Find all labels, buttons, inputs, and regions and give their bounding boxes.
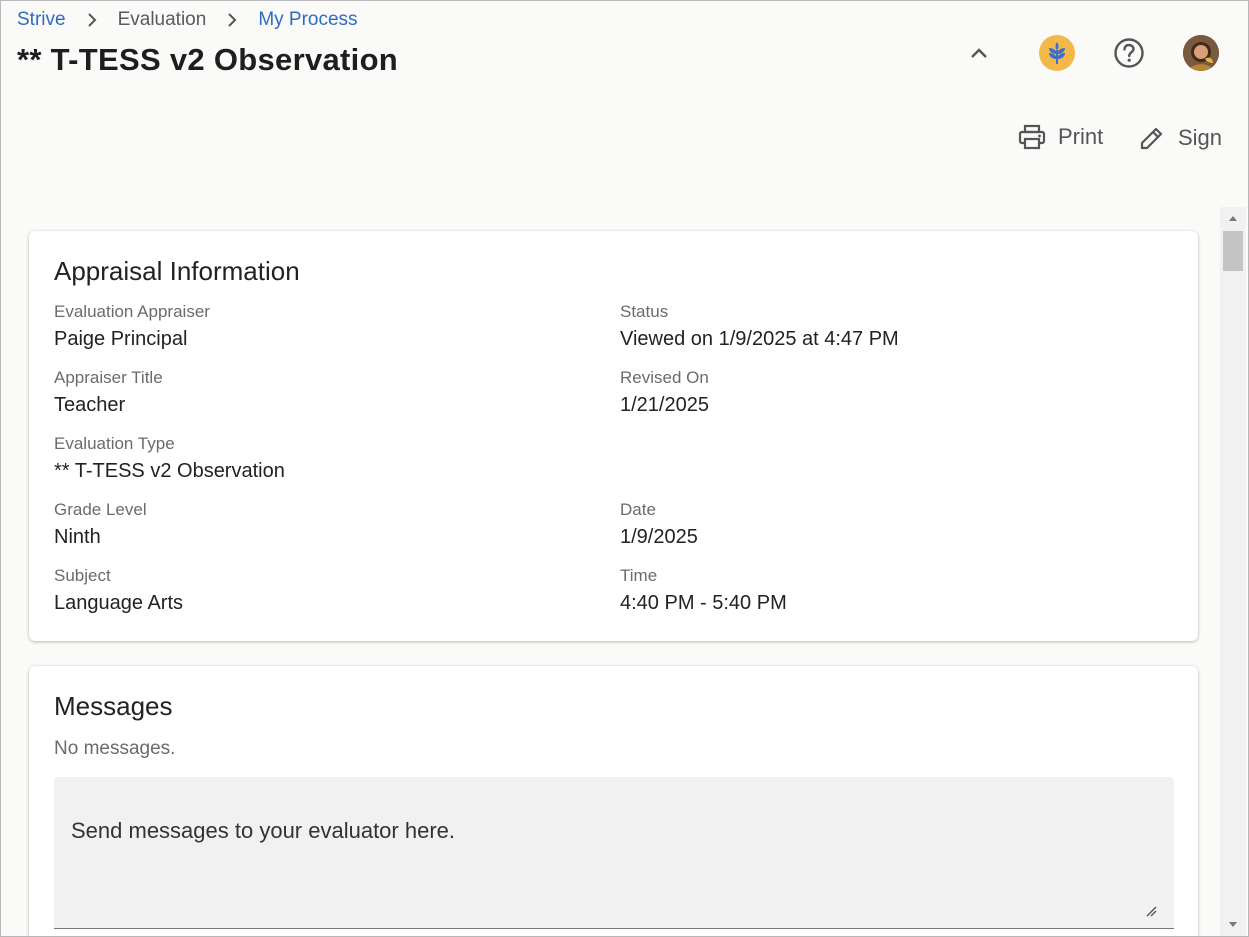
- breadcrumb: Strive Evaluation My Process: [17, 9, 358, 31]
- field-value: Paige Principal: [54, 328, 188, 350]
- breadcrumb-my-process[interactable]: My Process: [258, 9, 357, 31]
- evaluation-type-field: Evaluation Type ** T-TESS v2 Observation: [54, 434, 285, 484]
- date-field: Date 1/9/2025: [620, 500, 698, 550]
- field-label: Status: [620, 302, 669, 321]
- appraiser-title-field: Appraiser Title Teacher: [54, 368, 163, 418]
- field-value: Language Arts: [54, 592, 183, 614]
- field-value: 1/9/2025: [620, 526, 698, 548]
- scrollbar-thumb[interactable]: [1223, 231, 1243, 271]
- field-label: Revised On: [620, 368, 709, 387]
- print-label: Print: [1058, 124, 1104, 149]
- field-value: Viewed on 1/9/2025 at 4:47 PM: [620, 328, 899, 350]
- field-value: Teacher: [54, 394, 126, 416]
- breadcrumb-strive[interactable]: Strive: [17, 9, 66, 31]
- field-value: ** T-TESS v2 Observation: [54, 460, 285, 482]
- content-scroll-area[interactable]: Appraisal Information Evaluation Apprais…: [1, 207, 1247, 936]
- field-label: Subject: [54, 566, 111, 585]
- field-value: 4:40 PM - 5:40 PM: [620, 592, 787, 614]
- appraisal-information-card: Appraisal Information Evaluation Apprais…: [29, 231, 1198, 641]
- resize-handle-icon[interactable]: [1145, 905, 1157, 917]
- message-input[interactable]: Send messages to your evaluator here.: [54, 777, 1174, 929]
- field-value: Ninth: [54, 526, 101, 548]
- messages-card: Messages No messages. Send messages to y…: [29, 666, 1198, 936]
- print-button[interactable]: Print: [1018, 124, 1103, 150]
- wheat-logo-icon: [1049, 42, 1065, 64]
- field-label: Date: [620, 500, 656, 519]
- field-label: Appraiser Title: [54, 368, 163, 387]
- messages-title: Messages: [54, 691, 173, 721]
- logo-button[interactable]: [1039, 35, 1075, 71]
- collapse-button[interactable]: [962, 36, 996, 70]
- field-value: 1/21/2025: [620, 394, 709, 416]
- scroll-up-arrow-icon[interactable]: [1220, 207, 1246, 229]
- sign-label: Sign: [1178, 125, 1223, 150]
- scroll-down-arrow-icon[interactable]: [1220, 914, 1246, 936]
- chevron-up-icon: [971, 48, 987, 58]
- sign-button[interactable]: Sign: [1138, 124, 1222, 152]
- breadcrumb-evaluation: Evaluation: [117, 9, 207, 30]
- chevron-right-icon: [206, 12, 258, 28]
- evaluation-appraiser-field: Evaluation Appraiser Paige Principal: [54, 302, 210, 352]
- pencil-icon: [1140, 127, 1163, 150]
- status-field: Status Viewed on 1/9/2025 at 4:47 PM: [620, 302, 899, 352]
- subject-field: Subject Language Arts: [54, 566, 183, 616]
- revised-on-field: Revised On 1/21/2025: [620, 368, 709, 418]
- page-title: ** T-TESS v2 Observation: [17, 42, 399, 77]
- printer-icon: [1018, 124, 1046, 150]
- chevron-right-icon: [66, 12, 118, 28]
- vertical-scrollbar[interactable]: [1220, 207, 1246, 936]
- grade-level-field: Grade Level Ninth: [54, 500, 147, 550]
- field-label: Evaluation Type: [54, 434, 175, 453]
- no-messages-text: No messages.: [54, 738, 176, 759]
- help-button[interactable]: [1111, 35, 1147, 71]
- appraisal-title: Appraisal Information: [54, 256, 300, 286]
- time-field: Time 4:40 PM - 5:40 PM: [620, 566, 787, 616]
- avatar[interactable]: [1183, 35, 1219, 71]
- user-photo-icon: [1183, 35, 1219, 71]
- message-input-placeholder: Send messages to your evaluator here.: [71, 818, 456, 843]
- help-icon: [1114, 38, 1144, 68]
- field-label: Evaluation Appraiser: [54, 302, 210, 321]
- field-label: Grade Level: [54, 500, 147, 519]
- field-label: Time: [620, 566, 658, 585]
